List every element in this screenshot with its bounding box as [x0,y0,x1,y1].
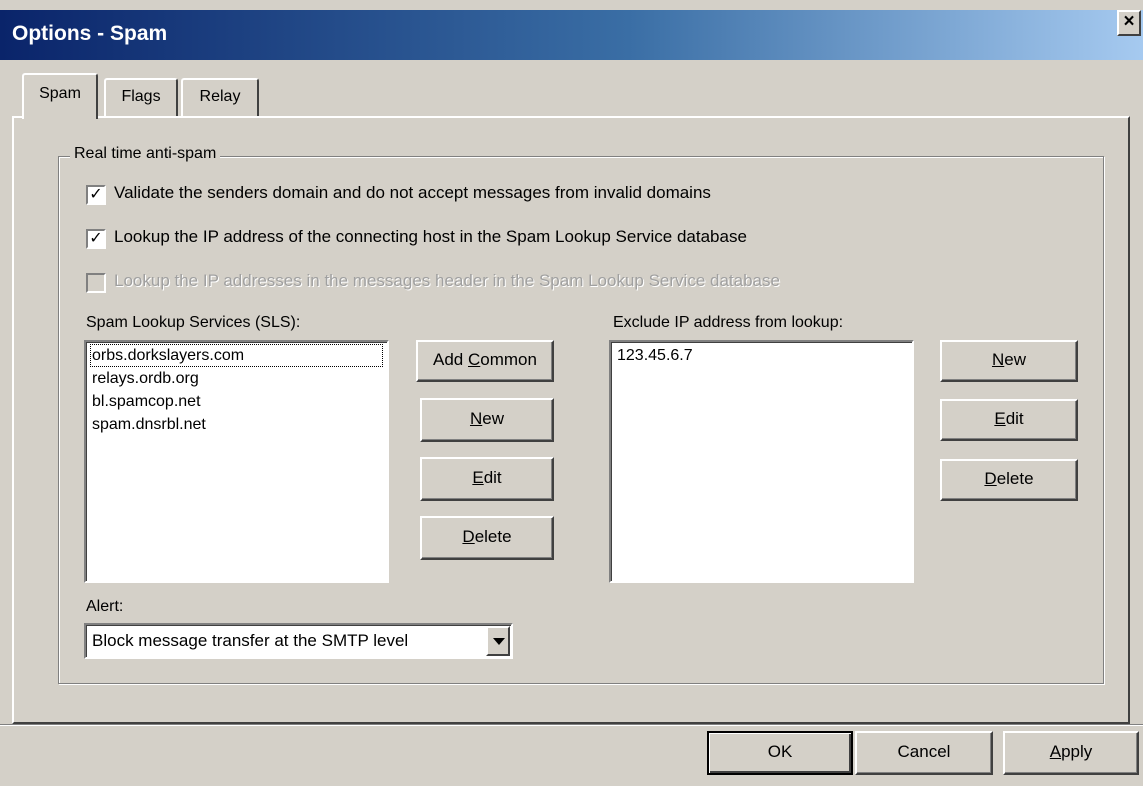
sls-new-label-accel: N [469,409,483,428]
sls-edit-label-accel: E [472,468,484,487]
cancel-button[interactable]: Cancel [855,731,993,775]
sls-new-label-post: ew [482,409,504,428]
tab-flags[interactable]: Flags [104,78,178,116]
sls-label: Spam Lookup Services (SLS): [86,314,301,331]
lookup-host-ip-label[interactable]: Lookup the IP address of the connecting … [114,227,747,247]
exclude-edit-label-accel: E [994,409,1006,428]
exclude-label: Exclude IP address from lookup: [613,314,844,331]
apply-label-accel: A [1049,742,1062,761]
tab-spam[interactable]: Spam [22,73,98,119]
add-common-label-post: ommon [480,350,537,369]
exclude-delete-button[interactable]: Delete [940,459,1078,501]
sls-new-button[interactable]: New [420,398,554,442]
exclude-new-button[interactable]: New [940,340,1078,382]
alert-label: Alert: [86,598,124,615]
exclude-new-label-post: ew [1004,350,1026,369]
add-common-label-accel: C [468,350,481,369]
exclude-delete-label-accel: D [984,469,997,488]
exclude-listbox[interactable]: 123.45.6.7 [609,340,914,583]
lookup-header-ip-checkbox [86,273,106,293]
window-title: Options - Spam [12,22,168,45]
list-item[interactable]: orbs.dorkslayers.com [90,344,383,367]
group-label: Real time anti-spam [70,145,221,163]
list-item[interactable]: bl.spamcop.net [90,390,383,413]
title-bar[interactable]: Options - Spam [0,10,1143,60]
list-item[interactable]: spam.dnsrbl.net [90,413,383,436]
sls-edit-label-post: dit [483,468,502,487]
sls-edit-button[interactable]: Edit [420,457,554,501]
sls-listbox[interactable]: orbs.dorkslayers.com relays.ordb.org bl.… [84,340,389,583]
options-spam-dialog: Options - Spam × Spam Flags Relay Real t… [0,0,1143,786]
exclude-new-label-accel: N [991,350,1005,369]
close-button[interactable]: × [1117,10,1141,36]
dropdown-button[interactable] [486,626,510,656]
list-item[interactable]: 123.45.6.7 [615,344,908,367]
exclude-edit-button[interactable]: Edit [940,399,1078,441]
add-common-label-pre: Add [433,350,468,369]
lookup-header-ip-label: Lookup the IP addresses in the messages … [114,271,780,290]
apply-label-post: pply [1061,742,1093,761]
ok-button[interactable]: OK [707,731,853,775]
sls-delete-button[interactable]: Delete [420,516,554,560]
footer-divider [0,724,1143,726]
sls-delete-label-post: elete [474,527,512,546]
lookup-host-ip-checkbox[interactable]: ✓ [86,229,106,249]
list-item[interactable]: relays.ordb.org [90,367,383,390]
alert-selected-value: Block message transfer at the SMTP level [92,631,409,650]
exclude-delete-label-post: elete [996,469,1034,488]
tab-relay[interactable]: Relay [181,78,259,116]
exclude-edit-label-post: dit [1005,409,1024,428]
alert-select[interactable]: Block message transfer at the SMTP level [84,623,513,659]
validate-domain-label[interactable]: Validate the senders domain and do not a… [114,183,711,203]
sls-delete-label-accel: D [462,527,475,546]
apply-button[interactable]: Apply [1003,731,1139,775]
chevron-down-icon [493,638,505,645]
validate-domain-checkbox[interactable]: ✓ [86,185,106,205]
add-common-button[interactable]: Add Common [416,340,554,382]
